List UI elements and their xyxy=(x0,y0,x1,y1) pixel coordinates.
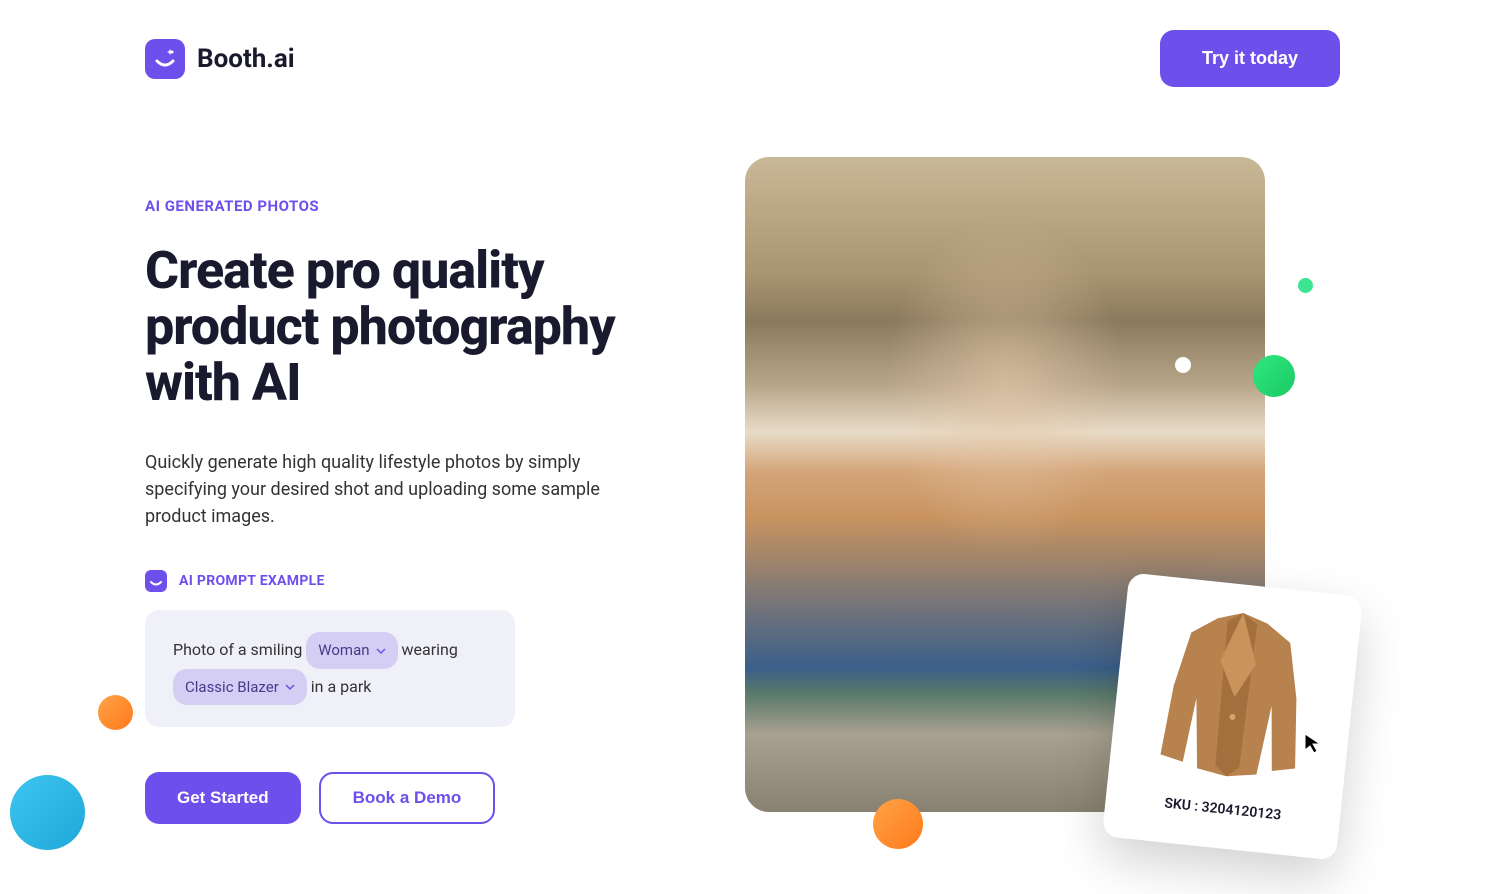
logo[interactable]: Booth.ai xyxy=(145,39,295,79)
page-description: Quickly generate high quality lifestyle … xyxy=(145,449,615,530)
prompt-example-box: Photo of a smiling Woman wearing Classic… xyxy=(145,610,515,727)
decorative-dot xyxy=(10,775,85,850)
prompt-label: AI PROMPT EXAMPLE xyxy=(179,573,325,589)
get-started-button[interactable]: Get Started xyxy=(145,772,301,824)
logo-text: Booth.ai xyxy=(197,44,295,74)
blazer-image xyxy=(1126,593,1344,803)
book-demo-button[interactable]: Book a Demo xyxy=(319,772,496,824)
decorative-dot xyxy=(1253,355,1295,397)
cursor-icon xyxy=(1303,732,1325,754)
eyebrow-text: AI GENERATED PHOTOS xyxy=(145,197,675,215)
prompt-icon xyxy=(145,570,167,592)
product-sku-card: SKU : 3204120123 xyxy=(1102,573,1363,861)
prompt-text: wearing xyxy=(401,640,457,659)
chevron-down-icon xyxy=(376,646,386,656)
chip-product[interactable]: Classic Blazer xyxy=(173,669,307,706)
decorative-dot xyxy=(98,695,133,730)
chevron-down-icon xyxy=(285,682,295,692)
logo-icon xyxy=(145,39,185,79)
prompt-text: in a park xyxy=(311,677,372,696)
prompt-text: Photo of a smiling xyxy=(173,640,302,659)
decorative-dot xyxy=(1175,357,1191,373)
try-it-button[interactable]: Try it today xyxy=(1160,30,1340,87)
page-headline: Create pro quality product photography w… xyxy=(145,243,675,411)
chip-subject[interactable]: Woman xyxy=(306,632,397,669)
decorative-dot xyxy=(1298,278,1313,293)
decorative-dot xyxy=(873,799,923,849)
